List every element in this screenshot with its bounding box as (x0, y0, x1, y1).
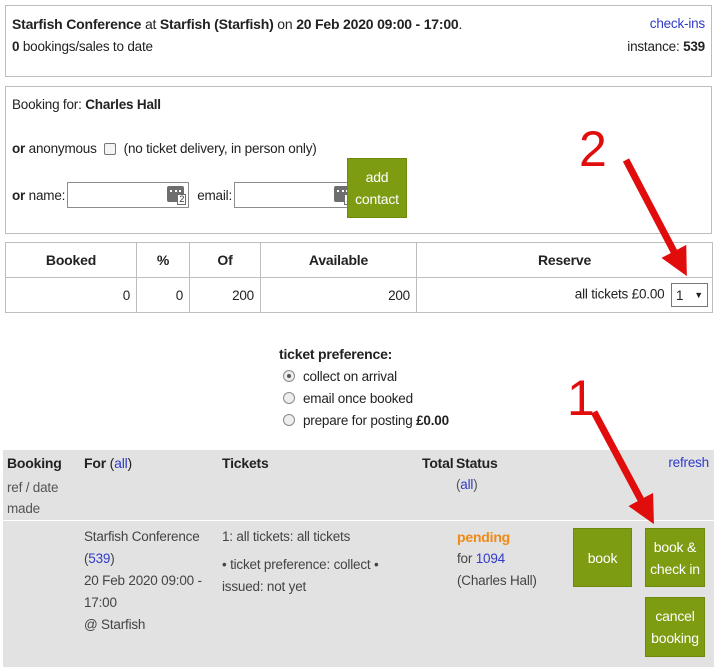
booking-status-cell: pending for 1094 (Charles Hall) (457, 526, 547, 592)
of-value: 200 (189, 277, 261, 313)
booking-for-cell: Starfish Conference (539) 20 Feb 2020 09… (84, 529, 202, 632)
check-ins-link[interactable]: check-ins (650, 16, 705, 31)
bookings-count: 0 (12, 39, 20, 54)
col-of: Of (189, 242, 261, 278)
event-summary: Starfish Conference at Starfish (Starfis… (12, 16, 463, 32)
pref-option-collect[interactable]: collect on arrival (279, 365, 449, 387)
booked-value: 0 (5, 277, 137, 313)
instance-id: 539 (683, 39, 705, 54)
booking-for-name: Charles Hall (85, 97, 161, 112)
ticket-preference: ticket preference: collect on arrival em… (279, 346, 449, 431)
percent-value: 0 (136, 277, 190, 313)
contact-link[interactable]: 1094 (476, 551, 505, 566)
radio-collect[interactable] (283, 370, 295, 382)
availability-table: Booked % Of Available Reserve 0 0 200 20… (5, 242, 713, 313)
table-row: 0 0 200 200 all tickets £0.00 1 ▼ (5, 277, 713, 313)
event-info-panel: Starfish Conference at Starfish (Starfis… (5, 5, 712, 77)
event-datetime: 20 Feb 2020 09:00 - 17:00 (296, 16, 459, 32)
book-button[interactable]: book (573, 528, 632, 587)
reserve-cell: all tickets £0.00 1 ▼ (416, 277, 713, 313)
contact-row: or name: 2 email: 2 (12, 182, 360, 208)
status-all-link[interactable]: all (460, 477, 473, 492)
for-all-link[interactable]: all (114, 455, 128, 471)
anonymous-row: or anonymous (no ticket delivery, in per… (12, 141, 317, 156)
book-and-check-in-button[interactable]: book & check in (645, 528, 705, 587)
divider (3, 520, 714, 521)
ticket-preference-title: ticket preference: (279, 346, 393, 362)
col-booked: Booked (5, 242, 137, 278)
radio-posting[interactable] (283, 414, 295, 426)
radio-email[interactable] (283, 392, 295, 404)
annotation-number-1: 1 (567, 370, 595, 426)
event-venue: Starfish (Starfish) (159, 16, 274, 32)
pref-option-posting[interactable]: prepare for posting £0.00 (279, 409, 449, 431)
instance-info: instance: 539 (627, 39, 705, 54)
pref-option-email[interactable]: email once booked (279, 387, 449, 409)
instance-link[interactable]: 539 (88, 551, 110, 566)
reserve-quantity-select[interactable]: 1 ▼ (671, 283, 708, 307)
anonymous-note: (no ticket delivery, in person only) (123, 141, 317, 156)
col-percent: % (136, 242, 190, 278)
cancel-booking-button[interactable]: cancel booking (645, 597, 705, 657)
booking-for-line: Booking for: Charles Hall (12, 97, 161, 112)
booking-for-panel: Booking for: Charles Hall or anonymous (… (5, 86, 712, 234)
bookings-list: Booking ref / date made For (all) Ticket… (3, 450, 714, 667)
contact-picker-icon[interactable]: 2 (167, 186, 187, 205)
bookings-summary: 0 bookings/sales to date (12, 39, 153, 54)
status-badge: pending (457, 529, 511, 545)
col-available: Available (260, 242, 417, 278)
reserve-label: all tickets £0.00 (574, 286, 665, 302)
available-value: 200 (260, 277, 417, 313)
refresh-link[interactable]: refresh (668, 455, 709, 470)
bookings-header: Booking ref / date made For (all) Ticket… (7, 455, 709, 516)
table-header-row: Booked % Of Available Reserve (5, 242, 713, 278)
col-reserve: Reserve (416, 242, 713, 278)
anonymous-checkbox[interactable] (103, 142, 116, 155)
add-contact-button[interactable]: add contact (347, 158, 407, 218)
booking-tickets-cell: 1: all tickets: all tickets • ticket pre… (222, 529, 379, 594)
posting-price: £0.00 (416, 412, 449, 428)
chevron-down-icon: ▼ (694, 290, 703, 300)
event-name: Starfish Conference (12, 16, 142, 32)
